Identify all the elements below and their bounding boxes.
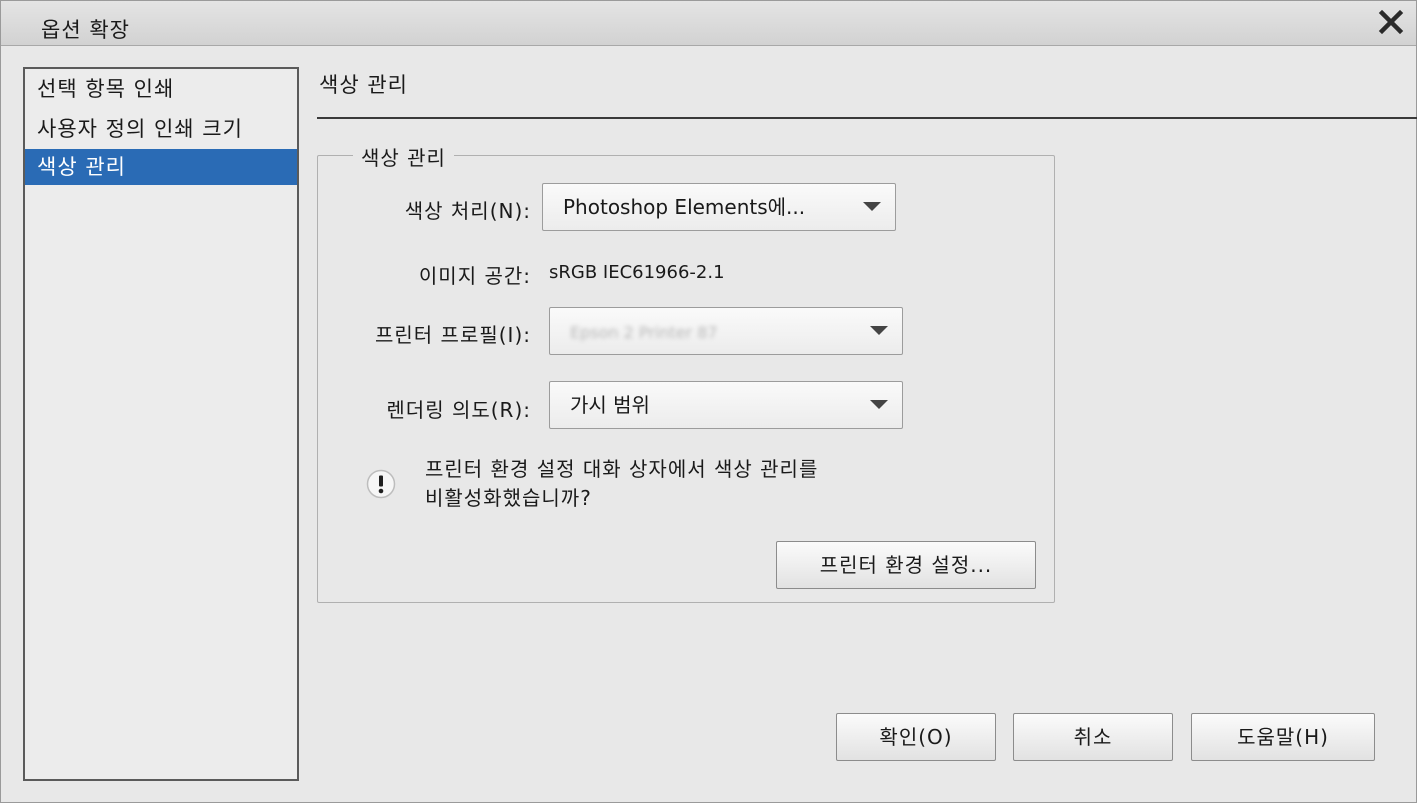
rendering-intent-select[interactable]: 가시 범위 (549, 381, 903, 429)
printer-preferences-button[interactable]: 프린터 환경 설정... (776, 541, 1036, 589)
printer-profile-value: Epson 2 Printer 87 (570, 323, 718, 342)
help-button[interactable]: 도움말(H) (1191, 713, 1375, 761)
chevron-down-icon (863, 202, 881, 211)
printer-profile-label: 프린터 프로필(I): (375, 323, 531, 347)
exclamation-icon (366, 469, 396, 499)
warning-message: 프린터 환경 설정 대화 상자에서 색상 관리를 비활성화했습니까? (425, 455, 818, 513)
warning-line-2: 비활성화했습니까? (425, 486, 592, 510)
title-bar: 옵션 확장 (1, 1, 1416, 46)
sidebar-item-color-management[interactable]: 색상 관리 (25, 149, 297, 185)
cancel-button[interactable]: 취소 (1013, 713, 1173, 761)
section-divider (317, 117, 1417, 119)
close-icon[interactable] (1376, 5, 1406, 39)
printer-profile-select[interactable]: Epson 2 Printer 87 (549, 307, 903, 355)
image-space-value: sRGB IEC61966-2.1 (549, 262, 725, 283)
options-dialog: 옵션 확장 선택 항목 인쇄 사용자 정의 인쇄 크기 색상 관리 색상 관리 … (0, 0, 1417, 803)
sidebar-item-custom-print-size[interactable]: 사용자 정의 인쇄 크기 (25, 109, 297, 149)
rendering-intent-value: 가시 범위 (570, 393, 650, 417)
color-handling-select[interactable]: Photoshop Elements에... (542, 183, 896, 231)
group-legend: 색상 관리 (353, 142, 454, 171)
sidebar-item-print-selection[interactable]: 선택 항목 인쇄 (25, 69, 297, 109)
section-title: 색상 관리 (319, 73, 408, 97)
image-space-label: 이미지 공간: (418, 264, 531, 288)
dialog-title: 옵션 확장 (41, 18, 130, 42)
rendering-intent-label: 렌더링 의도(R): (386, 398, 531, 422)
color-handling-value: Photoshop Elements에... (563, 195, 806, 219)
chevron-down-icon (870, 400, 888, 409)
ok-button[interactable]: 확인(O) (836, 713, 996, 761)
sidebar: 선택 항목 인쇄 사용자 정의 인쇄 크기 색상 관리 (23, 67, 299, 781)
warning-line-1: 프린터 환경 설정 대화 상자에서 색상 관리를 (425, 457, 819, 481)
color-handling-label: 색상 처리(N): (404, 199, 531, 223)
chevron-down-icon (870, 326, 888, 335)
